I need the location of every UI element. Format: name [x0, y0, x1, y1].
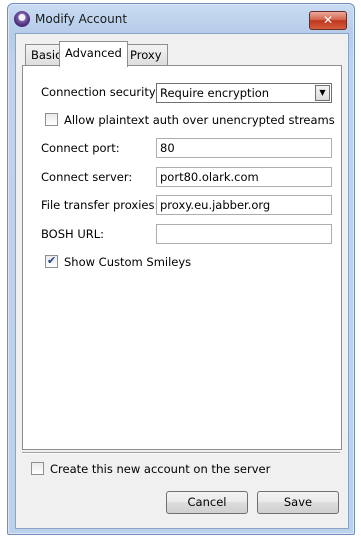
connection-security-label: Connection security: [41, 85, 159, 99]
save-button[interactable]: Save [257, 491, 339, 514]
connect-port-label: Connect port: [41, 141, 120, 155]
cancel-button[interactable]: Cancel [166, 491, 248, 514]
divider [22, 452, 340, 454]
dialog-body: Basic Advanced Proxy Connection security… [15, 33, 349, 529]
connect-server-field[interactable]: port80.olark.com [156, 167, 332, 187]
show-custom-smileys-label: Show Custom Smileys [64, 255, 192, 269]
show-custom-smileys-checkbox[interactable] [45, 254, 58, 268]
window-title: Modify Account [35, 12, 128, 26]
chevron-down-icon[interactable]: ▼ [315, 85, 330, 101]
close-icon: ✕ [322, 13, 334, 27]
cancel-button-label: Cancel [187, 495, 227, 509]
allow-plaintext-checkbox[interactable] [45, 113, 58, 126]
file-transfer-proxies-value: proxy.eu.jabber.org [160, 198, 271, 212]
tab-label: Advanced [65, 46, 122, 60]
pidgin-icon [14, 11, 30, 27]
file-transfer-proxies-label: File transfer proxies: [41, 198, 159, 212]
connect-server-label: Connect server: [41, 170, 133, 184]
connect-port-value: 80 [160, 141, 175, 155]
connect-server-value: port80.olark.com [160, 170, 259, 184]
allow-plaintext-label: Allow plaintext auth over unencrypted st… [64, 113, 335, 127]
file-transfer-proxies-field[interactable]: proxy.eu.jabber.org [156, 195, 332, 215]
bosh-url-field[interactable] [156, 224, 332, 244]
connection-security-value: Require encryption [160, 86, 270, 100]
tab-advanced[interactable]: Advanced [59, 41, 128, 67]
bosh-url-label: BOSH URL: [41, 227, 105, 241]
create-account-label: Create this new account on the server [50, 462, 271, 476]
tab-label: Proxy [130, 48, 162, 62]
modify-account-window: Modify Account ✕ Basic Advanced Proxy Co… [7, 3, 355, 535]
close-button[interactable]: ✕ [309, 11, 347, 30]
tab-label: Basic [31, 48, 62, 62]
save-button-label: Save [283, 495, 313, 509]
advanced-tab-panel: Connection security: Require encryption … [22, 65, 342, 450]
connect-port-field[interactable]: 80 [156, 138, 332, 158]
connection-security-select[interactable]: Require encryption ▼ [156, 83, 332, 103]
create-account-checkbox[interactable] [31, 462, 44, 475]
title-bar[interactable]: Modify Account ✕ [8, 4, 354, 34]
tab-proxy[interactable]: Proxy [124, 44, 168, 66]
